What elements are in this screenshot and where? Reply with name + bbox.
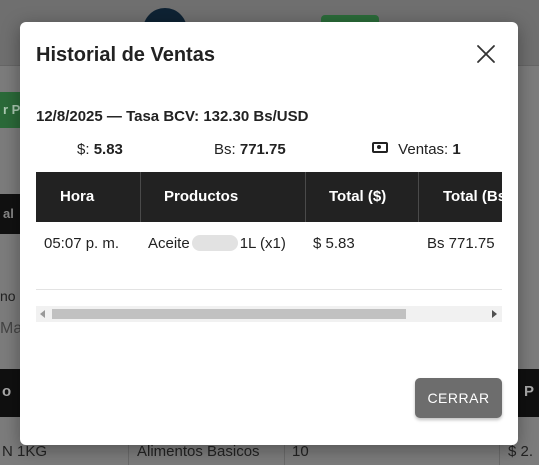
bs-total-value: 771.75 [239, 141, 286, 158]
sales-count-value: 1 [452, 141, 461, 158]
table-row: 05:07 p. m. Aceite 1L (x1) $ 5.83 Bs 771.… [36, 222, 502, 266]
table-divider [36, 289, 502, 290]
background-header-right: P [524, 383, 535, 400]
column-header-total-bs: Total (Bs [443, 188, 502, 205]
column-header-total-usd: Total ($) [329, 188, 387, 205]
scrollbar-thumb[interactable] [52, 309, 406, 319]
table-header: Hora Productos Total ($) Total (Bs [36, 172, 502, 222]
background-green-button-left: r P [0, 92, 22, 128]
rate-info: 12/8/2025 — Tasa BCV: 132.30 Bs/USD [36, 108, 308, 125]
cell-total-usd: $ 5.83 [313, 235, 355, 252]
close-button[interactable]: CERRAR [415, 378, 502, 418]
usd-total-label: $: [77, 141, 90, 158]
sales-date: 12/8/2025 [36, 108, 103, 125]
sales-history-modal: Historial de Ventas 12/8/2025 — Tasa BCV… [20, 22, 518, 445]
money-icon [372, 142, 388, 153]
cell-hora: 05:07 p. m. [44, 235, 120, 252]
header-divider [140, 172, 141, 222]
column-header-productos: Productos [164, 188, 239, 205]
background-text-1: no [0, 288, 16, 304]
bs-total-label: Bs: [214, 141, 236, 158]
background-cell-3: 10 [292, 443, 309, 460]
scroll-right-icon[interactable] [492, 310, 497, 318]
header-divider [305, 172, 306, 222]
column-header-hora: Hora [60, 188, 95, 205]
background-cell-1: N 1KG [2, 443, 48, 460]
info-separator: — [106, 108, 122, 125]
bs-total-stat: Bs: 771.75 [214, 141, 286, 158]
sales-count-stat: Ventas: 1 [372, 141, 461, 158]
modal-title: Historial de Ventas [36, 44, 215, 66]
rate-value: 132.30 Bs/USD [203, 108, 309, 125]
sales-count-label: Ventas: [398, 141, 449, 158]
usd-total-value: 5.83 [93, 141, 123, 158]
horizontal-scrollbar[interactable] [36, 306, 502, 322]
background-header-left: o [2, 383, 12, 400]
background-cell-2: Alimentos Basicos [137, 443, 260, 460]
scroll-left-icon[interactable] [40, 310, 45, 318]
cell-producto: Aceite 1L (x1) [148, 235, 286, 252]
header-divider [418, 172, 419, 222]
usd-total-stat: $: 5.83 [77, 141, 123, 158]
background-cell-4: $ 2. [508, 443, 534, 460]
close-icon[interactable] [474, 42, 498, 66]
background-dark-label: al [0, 194, 22, 234]
redacted-text [191, 235, 238, 251]
sales-table: Hora Productos Total ($) Total (Bs 05:07… [36, 172, 502, 290]
product-name-suffix: 1L (x1) [239, 235, 286, 252]
background-text-2: Ma [0, 320, 22, 337]
cell-total-bs: Bs 771.75 [427, 235, 495, 252]
sales-summary: $: 5.83 Bs: 771.75 Ventas: 1 [20, 141, 518, 161]
product-name-prefix: Aceite [148, 235, 190, 252]
rate-label: Tasa BCV: [126, 108, 200, 125]
